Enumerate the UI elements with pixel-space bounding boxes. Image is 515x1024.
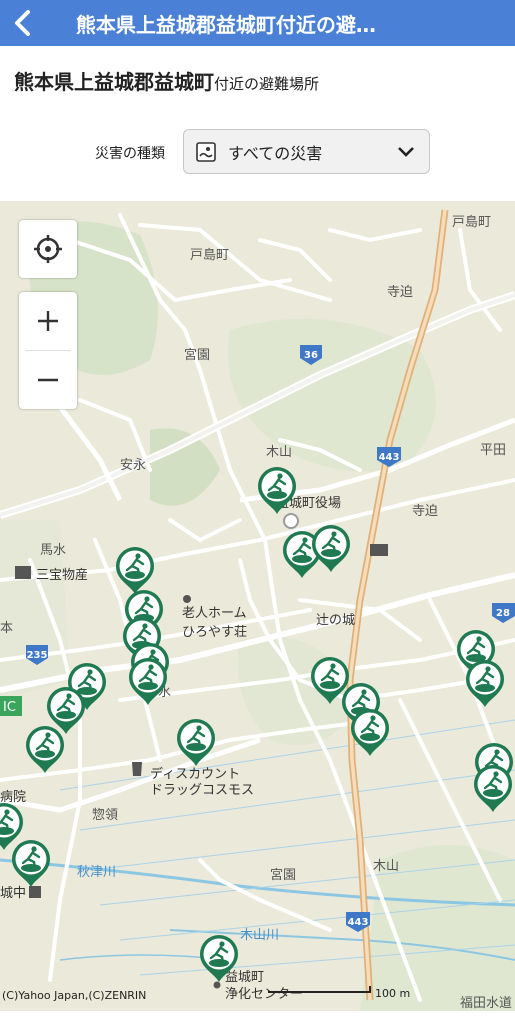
zoom-control xyxy=(19,292,77,409)
route-443-label-north: 443 xyxy=(379,452,400,463)
label-akitsu-river: 秋津川 xyxy=(77,865,116,880)
label-hospital: 病院 xyxy=(0,790,26,805)
shelter-pin[interactable] xyxy=(0,801,25,852)
label-yasunaga: 安永 xyxy=(120,458,146,473)
route-28-label: 28 xyxy=(496,608,510,619)
disaster-type-label: 災害の種類 xyxy=(95,146,165,162)
label-toshima-2: 戸島町 xyxy=(452,215,491,230)
label-kiyama-river: 木山川 xyxy=(240,928,279,943)
label-sanpo: 三宝物産 xyxy=(36,567,88,583)
route-235-label: 235 xyxy=(27,650,48,661)
label-discount-2: ドラッグコスモス xyxy=(150,783,254,798)
locate-control xyxy=(19,220,77,278)
ic-label: IC xyxy=(3,700,16,715)
label-teraseko-2: 寺迫 xyxy=(412,504,438,519)
label-nursing-home-1: 老人ホーム xyxy=(182,606,247,621)
label-umamizu: 馬水 xyxy=(40,543,66,558)
poi-dot-icon xyxy=(183,595,191,603)
shelter-pin[interactable] xyxy=(464,658,506,709)
chevron-left-icon xyxy=(14,10,30,36)
page-title-suffix: 付近の避難場所 xyxy=(214,75,320,93)
school-icon xyxy=(29,886,41,898)
disaster-type-value: すべての災害 xyxy=(228,143,323,163)
shelter-pin[interactable] xyxy=(114,545,156,596)
page-title-main: 熊本県上益城郡益城町 xyxy=(14,70,214,94)
shelter-pin[interactable] xyxy=(10,838,52,889)
factory-icon xyxy=(15,566,31,579)
shelter-pin[interactable] xyxy=(310,523,352,574)
map-canvas: 36 443 443 235 28 IC 戸島町 戸島町 寺迫 寺迫 宮園 宮園… xyxy=(0,209,515,1011)
shelter-pin[interactable] xyxy=(24,724,66,775)
map-scale-label: 100 m xyxy=(375,987,411,1000)
plus-icon xyxy=(38,311,58,331)
label-center-2: 浄化センター xyxy=(225,987,303,1002)
label-moto: 本 xyxy=(0,621,13,636)
page-title: 熊本県上益城郡益城町付近の避難場所 xyxy=(14,66,319,95)
label-shiromachi: 城中 xyxy=(0,886,26,901)
label-fukuda: 福田水道 xyxy=(460,996,512,1011)
shelter-pin[interactable] xyxy=(472,763,514,814)
back-button[interactable] xyxy=(0,0,46,46)
label-miyazono-1: 宮園 xyxy=(184,347,210,363)
crosshair-icon xyxy=(34,235,62,263)
label-teraseko-1: 寺迫 xyxy=(387,285,413,300)
route-443-label-south: 443 xyxy=(348,917,369,928)
label-kiyama-1: 木山 xyxy=(266,445,292,460)
label-kiyama-2: 木山 xyxy=(373,859,399,874)
locate-button[interactable] xyxy=(19,220,77,278)
app-bar: 熊本県上益城郡益城町付近の避… xyxy=(0,0,515,46)
poi-dot-icon xyxy=(213,981,221,989)
label-discount-1: ディスカウント xyxy=(150,766,240,782)
label-nursing-home-2: ひろやす荘 xyxy=(182,625,247,640)
disaster-icon xyxy=(196,141,216,162)
zoom-out-button[interactable] xyxy=(19,351,77,409)
label-toshima-1: 戸島町 xyxy=(190,248,229,263)
label-soryo: 惣領 xyxy=(92,807,118,823)
shelter-pin[interactable] xyxy=(349,707,391,758)
town-hall-marker xyxy=(283,513,299,529)
disaster-type-select[interactable]: すべての災害 xyxy=(183,129,430,174)
shelter-map[interactable]: 36 443 443 235 28 IC 戸島町 戸島町 寺迫 寺迫 宮園 宮園… xyxy=(0,201,515,1011)
map-copyright: (C)Yahoo Japan,(C)ZENRIN xyxy=(2,989,147,1002)
vehicle-icon xyxy=(370,544,388,556)
app-bar-title: 熊本県上益城郡益城町付近の避… xyxy=(75,12,376,37)
route-36-label: 36 xyxy=(304,350,318,361)
label-hirata: 平田 xyxy=(480,443,506,458)
zoom-in-button[interactable] xyxy=(19,292,77,350)
label-tsujinojo: 辻の城 xyxy=(316,613,355,628)
label-center-1: 益城町 xyxy=(225,970,264,985)
label-miyazono-2: 宮園 xyxy=(270,867,296,883)
chevron-down-icon xyxy=(398,146,414,157)
minus-icon xyxy=(38,378,58,382)
shop-icon xyxy=(132,762,142,776)
